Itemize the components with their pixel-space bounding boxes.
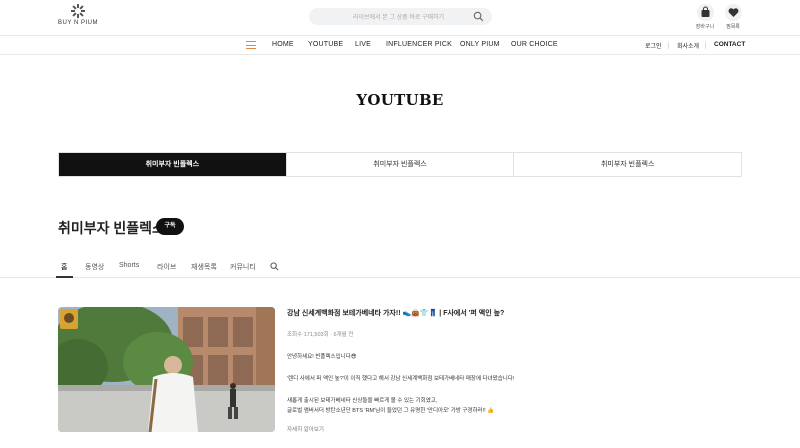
nav-our-choice[interactable]: OUR CHOICE [511,41,558,48]
nav-live[interactable]: LIVE [355,41,371,48]
logo[interactable]: BUY N PIUM [56,4,100,26]
company-link[interactable]: 회사소개 [677,41,699,50]
divider [668,42,669,49]
wishlist-label: 찜목록 [726,24,740,30]
search-icon[interactable] [473,11,484,22]
shopping-bag-icon [701,6,709,17]
video-thumbnail[interactable] [58,307,275,432]
video-description-line: 안녕하세요! 빈플렉스입니다😎 [287,354,357,360]
channel-tab-community[interactable]: 커뮤니티 [230,262,256,272]
channel-tab-live[interactable]: 라이브 [157,262,176,272]
video-description-line: 새롭게 출시된 보테가베네타 신상들을 빠르게 볼 수 있는 기회였고, [287,398,438,404]
nav-only-pium[interactable]: ONLY PIUM [460,41,500,48]
search-icon[interactable] [270,262,279,271]
search-bar[interactable]: 라이브에서 본 그 상품 바로 구매하기 [309,8,492,25]
channel-tabs: 홈 동영상 Shorts 라이브 재생목록 커뮤니티 [0,258,800,278]
video-description-line: 글로벌 앰버서더 방탄소년단 BTS 'RM'님이 들었던 그 유명한 '안디아… [287,408,495,414]
menu-icon[interactable] [246,41,256,49]
video-meta: 조회수 171,503회 · 6개월 전 [287,332,354,338]
video-title[interactable]: 강남 신세계백화점 보테가베네타 가자!! 👟👜👕👖 | F사에서 '퍼 액인 … [287,308,504,318]
main-nav: HOME YOUTUBE LIVE INFLUENCER PICK ONLY P… [0,36,800,55]
divider [705,42,706,49]
heart-icon [728,8,738,17]
influencer-tab[interactable]: 취미부자 빈플렉스 [513,153,741,176]
search-placeholder: 라이브에서 본 그 상품 바로 구매하기 [353,15,445,21]
wishlist-button[interactable]: 찜목록 [722,4,744,30]
channel-tab-shorts[interactable]: Shorts [119,262,139,269]
influencer-tab[interactable]: 취미부자 빈플렉스 [59,153,286,176]
login-link[interactable]: 로그인 [645,41,662,50]
nav-influencer-pick[interactable]: INFLUENCER PICK [386,41,452,48]
page-title: YOUTUBE [356,91,444,109]
logo-mark-icon [71,4,85,18]
nav-home[interactable]: HOME [272,41,294,48]
video-description-line: '렌디 사에서 퍼 액인 높?'이 이직 했다고 해서 강남 신세계백화점 보테… [287,376,515,382]
nav-youtube[interactable]: YOUTUBE [308,41,343,48]
channel-tab-home[interactable]: 홈 [61,262,67,272]
influencer-tabs: 취미부자 빈플렉스 취미부자 빈플렉스 취미부자 빈플렉스 [58,152,742,177]
cart-button[interactable]: 장바구니 [694,4,716,30]
cart-label: 장바구니 [695,24,715,30]
header: BUY N PIUM 라이브에서 본 그 상품 바로 구매하기 장바구니 찜목록 [0,0,800,36]
brand-name: BUY N PIUM [58,20,98,26]
channel-name: 취미부자 빈플렉스 [58,220,165,236]
read-more-link[interactable]: 자세히 알아보기 [287,425,324,433]
active-tab-indicator [56,276,73,278]
subscribe-button[interactable]: 구독 [156,218,184,235]
channel-tab-videos[interactable]: 동영상 [85,262,104,272]
influencer-tab[interactable]: 취미부자 빈플렉스 [285,153,514,176]
contact-link[interactable]: CONTACT [714,41,745,48]
channel-tab-playlists[interactable]: 재생목록 [191,262,217,272]
